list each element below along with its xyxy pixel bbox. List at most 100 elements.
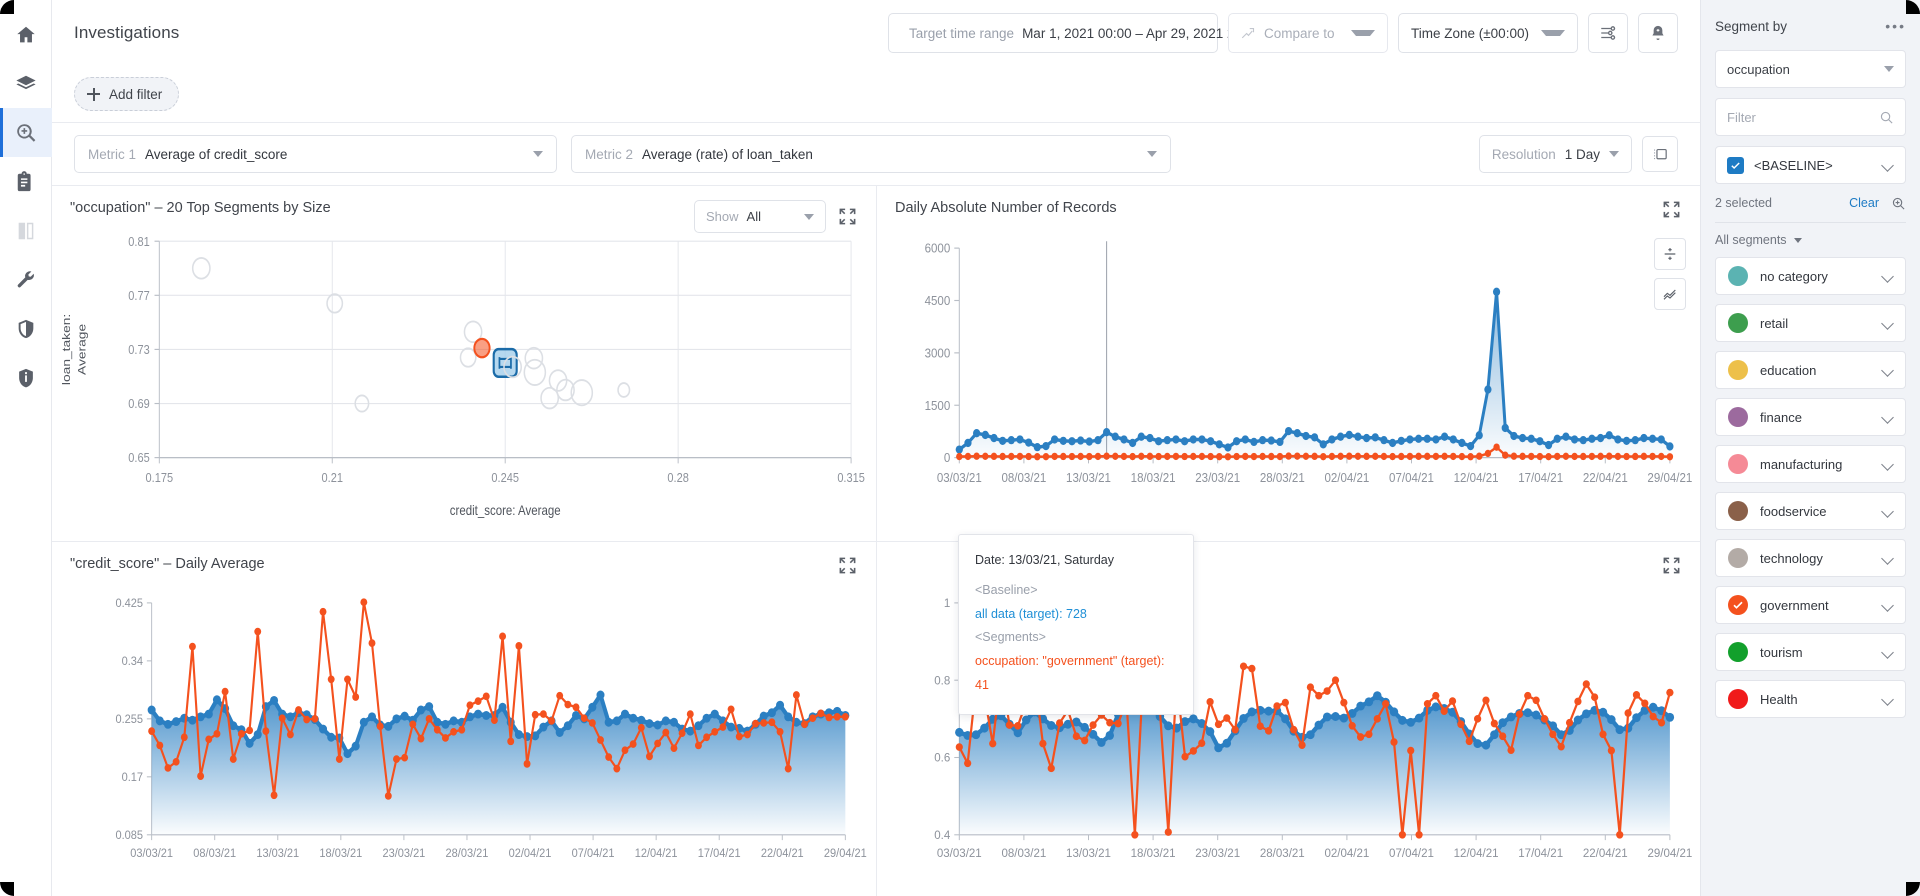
segment-color-dot[interactable] [1728,266,1748,286]
more-dots-icon[interactable]: ••• [1885,19,1906,33]
create-alert-button[interactable] [1638,13,1678,53]
nav-item-about[interactable] [0,353,52,402]
chevron-down-icon[interactable] [1882,458,1894,470]
segment-item-foodservice[interactable]: foodservice [1715,492,1906,530]
time-zone-selector[interactable]: Time Zone (±00:00) [1398,13,1578,53]
segment-item-retail[interactable]: retail [1715,304,1906,342]
resolution-selector[interactable]: Resolution 1 Day [1478,135,1632,173]
segment-item-technology[interactable]: technology [1715,539,1906,577]
app-window: Investigations Target time range Mar 1, … [0,0,1920,896]
display-settings-button[interactable] [1588,13,1628,53]
all-segments-dropdown[interactable]: All segments [1715,233,1906,247]
chevron-down-icon[interactable] [1882,552,1894,564]
metric-2-selector[interactable]: Metric 2 Average (rate) of loan_taken [571,135,1171,173]
segment-filter-input[interactable]: Filter [1715,98,1906,136]
clear-selection-button[interactable]: Clear [1849,196,1879,210]
segment-item-health[interactable]: Health [1715,680,1906,718]
svg-text:12/04/21: 12/04/21 [1454,845,1499,859]
baseline-row[interactable]: <BASELINE> [1715,146,1906,184]
chevron-down-icon[interactable] [1882,270,1894,282]
segment-selected-check-icon[interactable] [1728,595,1748,615]
resolution-value: 1 Day [1564,146,1600,162]
nav-item-home[interactable] [0,10,52,59]
compare-to-selector[interactable]: Compare to [1228,13,1388,53]
compare-arrow-icon [1241,27,1255,38]
tooltip-baseline-value: all data (target): 728 [975,606,1087,621]
chevron-down-icon[interactable] [1882,364,1894,376]
panel-credit-score: "credit_score" – Daily Average 0.085 0.17… [52,540,876,896]
svg-text:13/03/21: 13/03/21 [1066,470,1111,485]
baseline-checkbox[interactable] [1727,156,1744,174]
segment-dimension-selector[interactable]: occupation [1715,50,1906,88]
add-filter-button[interactable]: Add filter [74,77,180,111]
svg-text:0.21: 0.21 [322,470,344,485]
segment-color-dot[interactable] [1728,689,1748,709]
credit-title: "credit_score" – Daily Average [70,555,265,572]
target-time-range-selector[interactable]: Target time range Mar 1, 2021 00:00 – Ap… [888,13,1293,53]
nav-item-compare[interactable] [0,206,52,255]
segment-item-education[interactable]: education [1715,351,1906,389]
chevron-down-icon[interactable] [1882,646,1894,658]
segment-item-manufacturing[interactable]: manufacturing [1715,445,1906,483]
loan-expand-button[interactable] [1662,556,1682,576]
segment-color-dot[interactable] [1728,407,1748,427]
svg-text:loan_taken:: loan_taken: [60,314,73,385]
segment-color-dot[interactable] [1728,548,1748,568]
nav-item-tools[interactable] [0,255,52,304]
nav-item-investigations[interactable] [0,108,52,157]
svg-text:0.65: 0.65 [128,450,150,465]
segment-filter-placeholder: Filter [1727,109,1756,125]
metric-1-selector[interactable]: Metric 1 Average of credit_score [74,135,557,173]
segment-item-tourism[interactable]: tourism [1715,633,1906,671]
chevron-down-icon[interactable] [1882,693,1894,705]
svg-text:0.34: 0.34 [122,654,144,668]
chevron-down-icon[interactable] [1882,317,1894,329]
left-nav-rail [0,0,52,896]
zoom-in-icon[interactable] [1891,196,1906,211]
trend-icon [1663,289,1676,300]
segment-item-label: finance [1760,409,1802,425]
segment-panel-title: Segment by [1715,18,1788,34]
segment-color-dot[interactable] [1728,642,1748,662]
svg-text:08/03/21: 08/03/21 [1001,845,1046,859]
credit-svg: 0.085 0.17 0.255 0.34 0.425 03/03/21 08/03/21 1… [115,596,866,860]
scale-icon [1664,248,1676,260]
segment-color-dot[interactable] [1728,360,1748,380]
chevron-down-icon [1793,237,1802,243]
segment-item-label: technology [1760,550,1823,566]
segment-item-government[interactable]: government [1715,586,1906,624]
svg-text:1: 1 [944,595,951,609]
segment-item-label: Health [1760,691,1798,707]
nav-item-security[interactable] [0,304,52,353]
panel-scatter: "occupation" – 20 Top Segments by Size S… [52,185,876,541]
svg-text:28/03/21: 28/03/21 [1260,845,1305,859]
records-expand-button[interactable] [1662,200,1682,220]
chevron-down-icon[interactable] [1882,411,1894,423]
layout-toggle-button[interactable] [1642,136,1678,172]
segment-color-dot[interactable] [1728,313,1748,333]
segment-color-dot[interactable] [1728,454,1748,474]
trend-toggle-button[interactable] [1654,278,1686,310]
chevron-down-icon[interactable] [1882,599,1894,611]
svg-text:03/03/21: 03/03/21 [937,845,982,859]
nav-item-models[interactable] [0,59,52,108]
selected-count: 2 selected [1715,196,1772,210]
selection-status: 2 selected Clear [1715,184,1906,222]
scatter-show-selector[interactable]: Show All [694,200,826,233]
scatter-expand-button[interactable] [838,207,858,227]
segment-item-finance[interactable]: finance [1715,398,1906,436]
metric-1-value: Average of credit_score [145,146,288,162]
segment-item-label: manufacturing [1760,456,1843,472]
segment-color-dot[interactable] [1728,501,1748,521]
records-side-tools [1654,238,1686,310]
nav-item-reports[interactable] [0,157,52,206]
chevron-down-icon[interactable] [1882,505,1894,517]
tooltip-date: Date: 13/03/21, Saturday [975,553,1114,567]
svg-text:0.6: 0.6 [934,750,950,764]
credit-expand-button[interactable] [838,556,858,576]
segment-item-no-category[interactable]: no category [1715,257,1906,295]
svg-text:3000: 3000 [925,346,951,361]
chevron-down-icon[interactable] [1882,159,1894,171]
scale-toggle-button[interactable] [1654,238,1686,270]
scatter-svg: 0.65 0.69 0.73 0.77 0.81 0.175 0.21 0.245 0.28 0.… [60,234,865,519]
